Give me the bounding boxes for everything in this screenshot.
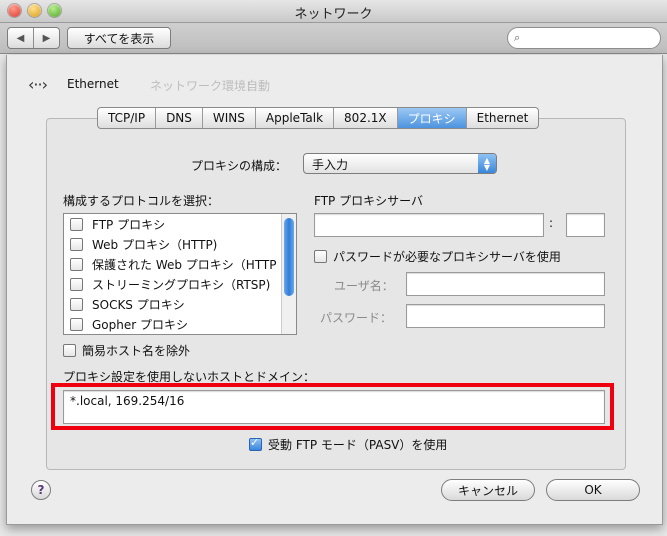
title-bar: ネットワーク	[0, 0, 667, 23]
passive-ftp-checkbox[interactable]	[249, 436, 262, 451]
ok-button[interactable]: OK	[546, 479, 640, 501]
tab-tcpip[interactable]: TCP/IP	[98, 108, 157, 128]
protocol-ftp[interactable]: FTP プロキシ	[64, 214, 279, 234]
protocol-list[interactable]: FTP プロキシ Web プロキシ（HTTP) 保護された Web プロキシ（H…	[63, 213, 297, 335]
proxy-config-value: 手入力	[312, 158, 349, 172]
scrollbar-thumb[interactable]	[284, 218, 294, 296]
tab-dns[interactable]: DNS	[156, 108, 203, 128]
protocol-list-scrollbar[interactable]	[281, 214, 296, 334]
protocol-streaming-checkbox[interactable]	[70, 277, 83, 291]
ftp-proxy-port-input[interactable]	[566, 213, 605, 237]
protocol-socks[interactable]: SOCKS プロキシ	[64, 294, 279, 314]
toolbar: ◀ ▶ すべてを表示 ⌕	[0, 23, 667, 54]
username-input[interactable]	[406, 272, 605, 296]
tab-8021x[interactable]: 802.1X	[334, 108, 398, 128]
exclude-simple-hosts-checkbox[interactable]	[63, 344, 76, 357]
interface-name: Ethernet	[67, 77, 119, 91]
password-input[interactable]	[406, 304, 605, 328]
nav-segment: ◀ ▶	[7, 27, 60, 49]
password-label: パスワード：	[320, 311, 393, 325]
protocol-streaming[interactable]: ストリーミングプロキシ（RTSP)	[64, 274, 279, 294]
popup-arrows-icon: ▲ ▼	[478, 154, 496, 173]
tab-bar: TCP/IP DNS WINS AppleTalk 802.1X プロキシ Et…	[97, 107, 540, 129]
cancel-button[interactable]: キャンセル	[441, 479, 535, 501]
protocol-web[interactable]: Web プロキシ（HTTP)	[64, 234, 279, 254]
passive-ftp-option[interactable]: 受動 FTP モード（PASV）を使用	[249, 436, 447, 453]
ftp-proxy-label: FTP プロキシサーバ	[314, 194, 423, 208]
search-field[interactable]: ⌕	[507, 27, 661, 49]
tab-wins[interactable]: WINS	[203, 108, 256, 128]
forward-button[interactable]: ▶	[34, 28, 59, 48]
ftp-proxy-colon: :	[549, 216, 554, 230]
proxy-config-label: プロキシの構成：	[191, 159, 288, 173]
protocol-ftp-label: FTP プロキシ	[92, 217, 166, 232]
protocol-socks-label: SOCKS プロキシ	[92, 297, 185, 312]
help-button[interactable]: ?	[31, 480, 51, 500]
password-required-option[interactable]: パスワードが必要なプロキシサーバを使用	[314, 248, 561, 265]
protocol-socks-checkbox[interactable]	[70, 297, 83, 311]
search-icon: ⌕	[514, 31, 521, 44]
passive-ftp-label: 受動 FTP モード（PASV）を使用	[268, 438, 448, 452]
ftp-proxy-server-input[interactable]	[314, 213, 544, 237]
tab-appletalk[interactable]: AppleTalk	[256, 108, 335, 128]
back-button[interactable]: ◀	[8, 28, 34, 48]
protocol-ftp-checkbox[interactable]	[70, 217, 83, 231]
protocol-gopher-checkbox[interactable]	[70, 317, 83, 331]
username-label: ユーザ名：	[334, 279, 394, 293]
ghost-location-value: 自動	[246, 79, 271, 93]
protocol-gopher-label: Gopher プロキシ	[92, 317, 188, 332]
ethernet-icon: ‹··›	[28, 75, 48, 94]
protocol-streaming-label: ストリーミングプロキシ（RTSP)	[92, 277, 271, 292]
highlight-box	[51, 383, 614, 430]
window-title: ネットワーク	[294, 7, 373, 22]
password-required-label: パスワードが必要なプロキシサーバを使用	[333, 250, 561, 264]
protocol-web-label: Web プロキシ（HTTP)	[92, 237, 218, 252]
protocols-label: 構成するプロトコルを選択：	[63, 194, 220, 208]
tab-proxy[interactable]: プロキシ	[397, 108, 467, 128]
protocol-gopher[interactable]: Gopher プロキシ	[64, 314, 279, 334]
protocol-secure-web[interactable]: 保護された Web プロキシ（HTTP	[64, 254, 279, 274]
protocol-secure-web-checkbox[interactable]	[70, 257, 83, 271]
ghost-location-label: ネットワーク環境：	[150, 79, 259, 93]
exclude-simple-hosts-label: 簡易ホスト名を除外	[82, 344, 191, 358]
proxy-config-popup[interactable]: 手入力 ▲ ▼	[303, 153, 497, 174]
password-required-checkbox[interactable]	[314, 250, 327, 263]
protocol-secure-web-label: 保護された Web プロキシ（HTTP	[92, 257, 277, 272]
tab-ethernet[interactable]: Ethernet	[467, 108, 539, 128]
protocol-web-checkbox[interactable]	[70, 237, 83, 251]
exclude-simple-hosts-option[interactable]: 簡易ホスト名を除外	[63, 342, 190, 359]
show-all-button[interactable]: すべてを表示	[67, 27, 171, 49]
